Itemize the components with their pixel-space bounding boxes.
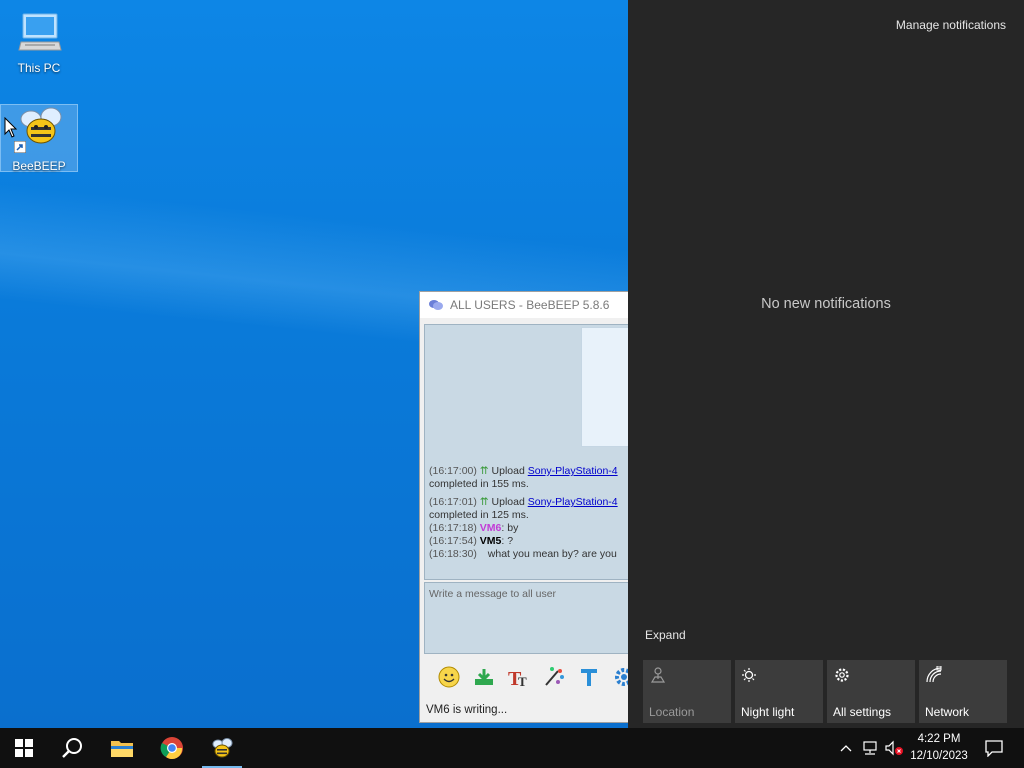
message-user: VM6 bbox=[479, 522, 502, 534]
search-button[interactable] bbox=[48, 728, 96, 768]
volume-muted-icon bbox=[885, 740, 903, 756]
mouse-cursor-icon bbox=[4, 117, 18, 138]
quick-action-all-settings[interactable]: All settings bbox=[827, 660, 915, 723]
message-text: : ? bbox=[501, 535, 514, 547]
svg-text:T: T bbox=[518, 674, 527, 689]
message-input[interactable]: Write a message to all user bbox=[424, 582, 635, 654]
desktop-icon-label: BeeBEEP bbox=[12, 159, 66, 173]
no-notifications-text: No new notifications bbox=[761, 296, 891, 312]
clock-date: 12/10/2023 bbox=[910, 750, 968, 762]
taskbar-file-explorer[interactable] bbox=[98, 728, 146, 768]
upload-icon: ⇈ bbox=[479, 465, 489, 477]
smiley-icon bbox=[438, 666, 460, 688]
download-tray-icon bbox=[475, 669, 493, 685]
emoticon-button[interactable] bbox=[436, 664, 462, 690]
message-text: Upload bbox=[491, 496, 525, 508]
show-hidden-icons-button[interactable] bbox=[838, 728, 854, 768]
font-icon: T T bbox=[508, 668, 527, 689]
windows-logo-icon bbox=[15, 739, 33, 757]
tray-network[interactable] bbox=[858, 728, 882, 768]
bee-icon bbox=[212, 738, 233, 758]
message-user: VM5 bbox=[479, 535, 502, 547]
taskbar-beebeep[interactable] bbox=[198, 728, 246, 768]
notification-icon bbox=[985, 740, 1003, 757]
message-time: (16:17:18) bbox=[429, 522, 477, 534]
file-link[interactable]: Sony-PlayStation-4 bbox=[528, 496, 618, 508]
quick-action-network[interactable]: Network bbox=[919, 660, 1007, 723]
chat-message: (16:17:00) ⇈ Upload Sony-PlayStation-4 bbox=[429, 465, 618, 477]
message-text: Upload bbox=[491, 465, 525, 477]
chat-message-cont: completed in 155 ms. bbox=[429, 478, 529, 490]
message-time: (16:17:01) bbox=[429, 496, 477, 508]
chat-message-cont: completed in 125 ms. bbox=[429, 509, 529, 521]
taskbar-clock[interactable]: 4:22 PM 12/10/2023 bbox=[906, 731, 972, 765]
upload-icon: ⇈ bbox=[479, 496, 489, 508]
action-center-button[interactable] bbox=[976, 728, 1012, 768]
computer-icon bbox=[18, 13, 62, 51]
shortcut-arrow-icon bbox=[14, 141, 26, 153]
network-icon bbox=[926, 666, 942, 683]
t-brush-icon bbox=[581, 669, 597, 686]
action-center: Manage notifications No new notification… bbox=[628, 0, 1024, 728]
wired-network-icon bbox=[863, 741, 877, 755]
quick-action-label: Night light bbox=[741, 705, 795, 719]
taskbar-chrome[interactable] bbox=[148, 728, 196, 768]
quick-action-night-light[interactable]: Night light bbox=[735, 660, 823, 723]
chat-message: (16:18:30) what you mean by? are you bbox=[429, 548, 617, 560]
taskbar: 4:22 PM 12/10/2023 bbox=[0, 728, 1024, 768]
status-bar: VM6 is writing... bbox=[420, 698, 635, 722]
chat-message: (16:17:54) VM5: ? bbox=[429, 535, 513, 547]
chat-message: (16:17:18) VM6: by bbox=[429, 522, 518, 534]
quick-action-label: Location bbox=[649, 705, 695, 719]
message-text: : by bbox=[501, 522, 519, 534]
window-titlebar[interactable]: ALL USERS - BeeBEEP 5.8.6 bbox=[420, 292, 635, 318]
clock-time: 4:22 PM bbox=[917, 733, 961, 745]
message-time: (16:17:00) bbox=[429, 465, 477, 477]
manage-notifications-link[interactable]: Manage notifications bbox=[896, 18, 1006, 32]
beebeep-window: ALL USERS - BeeBEEP 5.8.6 (16:17:00) ⇈ U… bbox=[419, 291, 636, 723]
message-time: (16:17:54) bbox=[429, 535, 477, 547]
desktop-icon-this-pc[interactable]: This PC bbox=[1, 10, 77, 75]
chrome-icon bbox=[160, 737, 183, 760]
gear-icon bbox=[835, 668, 849, 682]
search-icon bbox=[62, 738, 82, 758]
location-icon bbox=[650, 667, 666, 683]
night-light-icon bbox=[742, 668, 756, 682]
tray-volume[interactable] bbox=[882, 728, 906, 768]
font-button[interactable]: T T bbox=[506, 664, 532, 690]
message-input-placeholder: Write a message to all user bbox=[429, 588, 557, 600]
quick-action-location[interactable]: Location bbox=[643, 660, 731, 723]
expand-link[interactable]: Expand bbox=[645, 628, 686, 642]
message-text: what you mean by? are you bbox=[487, 548, 617, 560]
folder-icon bbox=[111, 741, 133, 757]
beebeep-chat-icon bbox=[429, 300, 443, 310]
send-file-button[interactable] bbox=[471, 664, 497, 690]
chevron-up-icon bbox=[840, 745, 852, 752]
file-link[interactable]: Sony-PlayStation-4 bbox=[528, 465, 618, 477]
color-palette-icon bbox=[545, 667, 564, 686]
chat-toolbar: T T bbox=[424, 660, 635, 694]
message-time: (16:18:30) bbox=[429, 548, 477, 560]
quick-action-label: Network bbox=[925, 705, 970, 719]
quick-action-label: All settings bbox=[833, 705, 892, 719]
desktop-icon-label: This PC bbox=[17, 61, 61, 75]
chat-history[interactable]: (16:17:00) ⇈ Upload Sony-PlayStation-4 c… bbox=[424, 324, 635, 580]
text-format-button[interactable] bbox=[576, 664, 602, 690]
start-button[interactable] bbox=[0, 728, 48, 768]
color-button[interactable] bbox=[541, 664, 567, 690]
window-title: ALL USERS - BeeBEEP 5.8.6 bbox=[450, 298, 610, 312]
chat-message: (16:17:01) ⇈ Upload Sony-PlayStation-4 bbox=[429, 496, 618, 508]
